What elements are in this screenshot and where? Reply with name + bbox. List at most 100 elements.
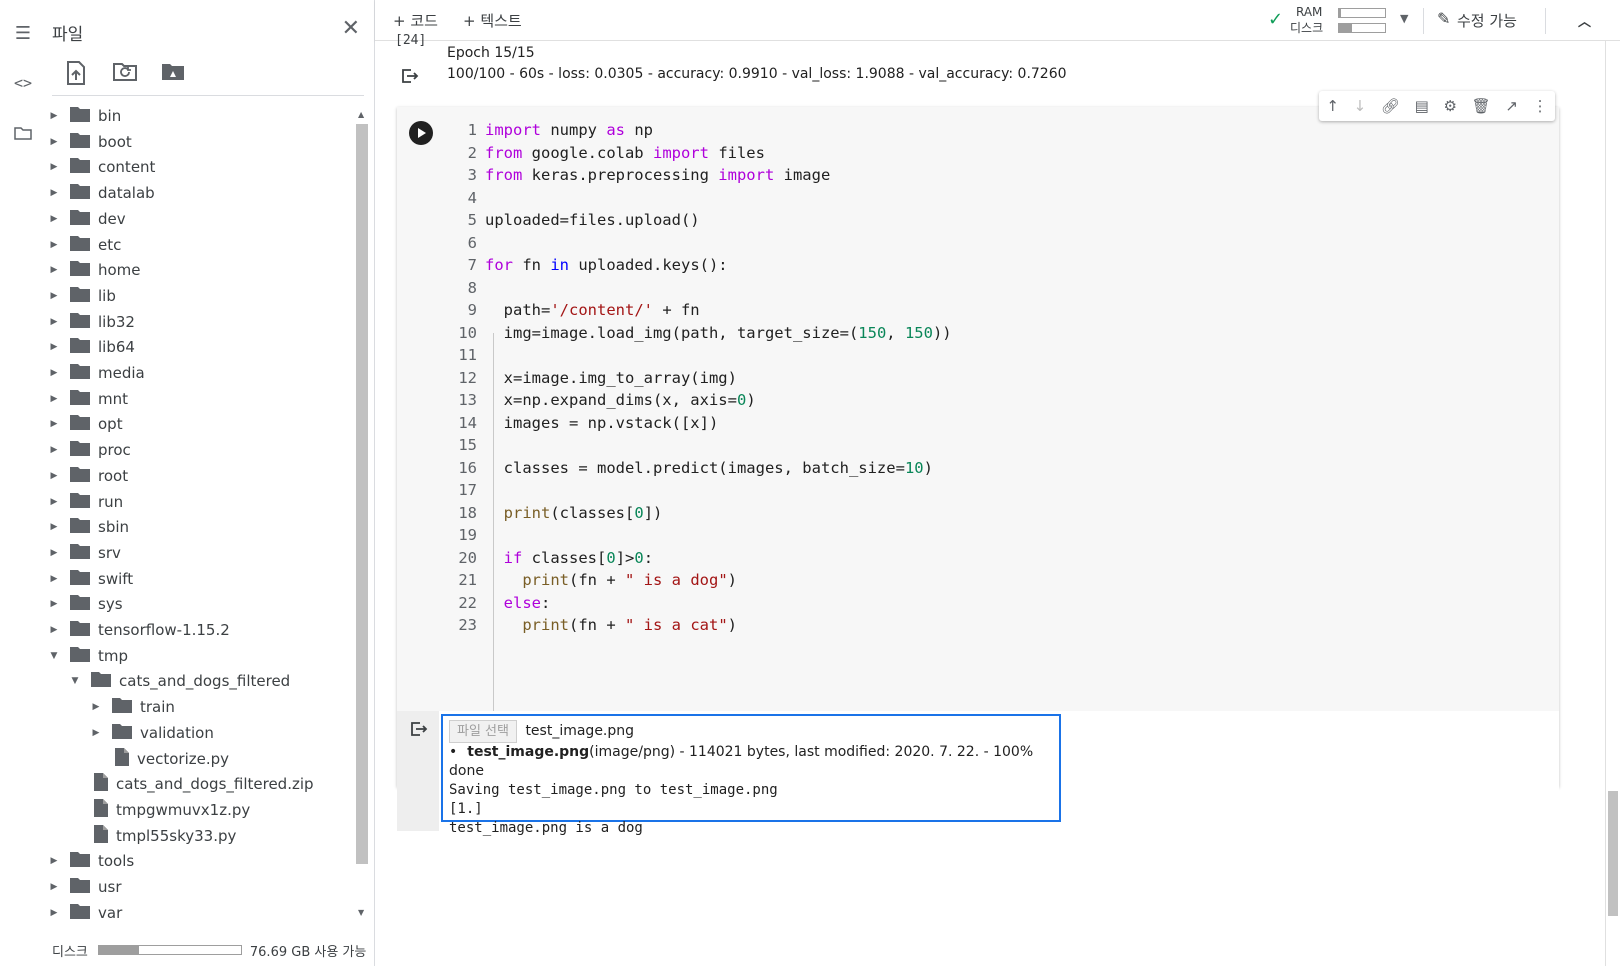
chevron-right-icon[interactable]: ▶ [48,111,60,121]
collapse-header-icon[interactable]: ︿ [1578,11,1591,30]
tree-folder[interactable]: ▼ tmp [48,643,128,669]
tree-folder[interactable]: ▶ opt [48,411,123,437]
tree-folder[interactable]: ▶ var [48,900,122,926]
chevron-right-icon[interactable]: ▶ [48,574,60,584]
chevron-right-icon[interactable]: ▶ [48,908,60,918]
open-in-tab-icon[interactable]: ↗ [1505,97,1518,115]
line-number: 4 [467,188,477,207]
tree-folder[interactable]: ▶ bin [48,103,121,129]
chevron-right-icon[interactable]: ▶ [48,265,60,275]
chevron-right-icon[interactable]: ▶ [48,419,60,429]
scrollbar-thumb[interactable] [1608,791,1618,916]
close-icon[interactable]: ✕ [342,16,360,41]
tree-folder[interactable]: ▶ sys [48,591,123,617]
code-snippets-icon[interactable]: <> [10,70,36,96]
link-icon[interactable]: 🔗︎ [1381,97,1400,115]
code-cell[interactable]: 1 import numpy as np 2 from google.colab i… [397,91,1559,836]
tree-folder[interactable]: ▶ train [90,694,175,720]
choose-file-button[interactable]: 파일 선택 [449,720,517,743]
code-editor[interactable]: 1 import numpy as np 2 from google.colab i… [447,119,951,637]
tree-folder[interactable]: ▶ home [48,257,141,283]
chevron-right-icon[interactable]: ▶ [48,188,60,198]
delete-icon[interactable]: 🗑︎ [1472,97,1491,115]
tree-folder[interactable]: ▶ validation [90,720,214,746]
tree-folder[interactable]: ▶ swift [48,566,133,592]
tree-folder[interactable]: ▼ cats_and_dogs_filtered [69,668,290,694]
tree-item-label: lib32 [98,312,135,331]
tree-folder[interactable]: ▶ etc [48,232,121,258]
chevron-right-icon[interactable]: ▶ [48,240,60,250]
tree-file[interactable]: tmpl55sky33.py [69,823,236,849]
chevron-right-icon[interactable]: ▶ [48,137,60,147]
tree-file[interactable]: tmpgwmuvx1z.py [69,797,250,823]
tree-folder[interactable]: ▶ root [48,463,128,489]
tree-folder[interactable]: ▶ lib [48,283,116,309]
more-options-icon[interactable]: ⋮ [1533,97,1548,115]
tree-folder[interactable]: ▶ proc [48,437,131,463]
tree-file[interactable]: vectorize.py [90,746,229,772]
scroll-down-icon[interactable]: ▼ [358,908,364,917]
chevron-down-icon[interactable]: ▼ [69,676,81,686]
tree-item-label: etc [98,235,122,254]
chevron-down-icon[interactable]: ▼ [1400,12,1408,25]
chevron-right-icon[interactable]: ▶ [48,342,60,352]
line-number: 13 [458,391,477,409]
tree-file[interactable]: cats_and_dogs_filtered.zip [69,771,314,797]
chevron-right-icon[interactable]: ▶ [48,625,60,635]
chevron-right-icon[interactable]: ▶ [48,162,60,172]
file-tree-scrollbar[interactable]: ▲ ▼ [356,110,368,930]
tree-folder[interactable]: ▶ mnt [48,386,128,412]
chevron-right-icon[interactable]: ▶ [48,599,60,609]
tree-folder[interactable]: ▶ usr [48,874,122,900]
tree-folder[interactable]: ▶ tools [48,848,134,874]
folder-icon [70,209,98,229]
chevron-right-icon[interactable]: ▶ [48,548,60,558]
chevron-right-icon[interactable]: ▶ [90,728,102,738]
tree-folder[interactable]: ▶ dev [48,206,126,232]
settings-gear-icon[interactable]: ⚙ [1443,97,1456,115]
chevron-right-icon[interactable]: ▶ [48,368,60,378]
tree-folder[interactable]: ▶ media [48,360,145,386]
refresh-folder-icon[interactable] [112,60,140,88]
resource-meters[interactable]: RAM 디스크 [1290,5,1440,37]
tree-folder[interactable]: ▶ lib64 [48,334,135,360]
tree-folder[interactable]: ▶ run [48,489,123,515]
scroll-up-icon[interactable]: ▲ [358,110,364,119]
chevron-right-icon[interactable]: ▶ [48,394,60,404]
chevron-right-icon[interactable]: ▶ [90,702,102,712]
add-text-button[interactable]: + 텍스트 [463,10,522,31]
edit-mode-button[interactable]: 수정 가능 [1457,10,1517,31]
add-code-button[interactable]: + 코드 [393,10,438,31]
move-up-icon[interactable]: ↑ [1326,97,1339,115]
disk-meter [1338,23,1386,33]
tree-folder[interactable]: ▶ boot [48,129,132,155]
tree-folder[interactable]: ▶ datalab [48,180,155,206]
chevron-right-icon[interactable]: ▶ [48,214,60,224]
upload-file-icon[interactable] [64,60,92,88]
mount-drive-icon[interactable] [160,60,188,88]
scrollbar-thumb[interactable] [356,124,368,864]
notebook-scrollbar[interactable] [1605,41,1620,966]
chevron-right-icon[interactable]: ▶ [48,317,60,327]
chevron-right-icon[interactable]: ▶ [48,882,60,892]
chevron-right-icon[interactable]: ▶ [48,497,60,507]
comment-icon[interactable]: ▤ [1415,97,1429,115]
run-cell-button[interactable] [409,121,433,145]
tree-folder[interactable]: ▶ sbin [48,514,129,540]
chevron-down-icon[interactable]: ▼ [48,651,60,661]
move-down-icon[interactable]: ↓ [1354,97,1367,115]
folder-icon [70,157,98,177]
tree-folder[interactable]: ▶ srv [48,540,121,566]
chevron-right-icon[interactable]: ▶ [48,471,60,481]
files-icon[interactable] [10,120,36,146]
tree-folder[interactable]: ▶ lib32 [48,309,135,335]
chevron-right-icon[interactable]: ▶ [48,445,60,455]
chevron-right-icon[interactable]: ▶ [48,856,60,866]
chevron-right-icon[interactable]: ▶ [48,522,60,532]
tree-item-label: srv [98,543,121,562]
tree-item-label: tools [98,852,135,871]
tree-folder[interactable]: ▶ content [48,154,155,180]
chevron-right-icon[interactable]: ▶ [48,291,60,301]
tree-folder[interactable]: ▶ tensorflow-1.15.2 [48,617,230,643]
table-of-contents-icon[interactable]: ☰ [10,20,36,46]
